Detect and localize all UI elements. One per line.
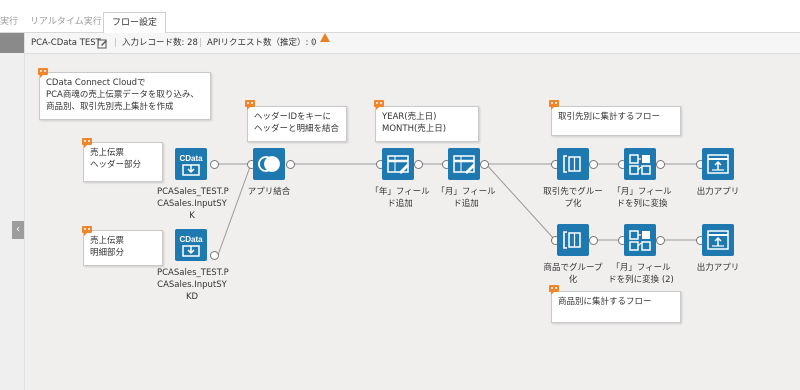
node-join[interactable] (253, 148, 285, 180)
group-icon (563, 155, 581, 173)
node-label: 「月」フィール ド追加 (436, 187, 496, 209)
node-pivot-customer[interactable] (624, 148, 656, 180)
node-output-app-product[interactable] (702, 224, 734, 256)
node-label: 出力アプリ (696, 187, 740, 197)
left-panel (0, 33, 25, 390)
node-label: 商品でグループ 化 (543, 263, 603, 285)
node-pivot-product[interactable] (624, 224, 656, 256)
flow-canvas: CData Connect Cloudで PCA商魂の売上伝票データを取り込み、… (25, 54, 800, 390)
note-by-customer[interactable]: 取引先別に集計するフロー (551, 106, 681, 136)
left-panel-header (0, 33, 24, 53)
node-source-header[interactable]: CData (175, 148, 207, 180)
comment-icon (374, 100, 384, 110)
node-output-port[interactable] (656, 236, 665, 245)
comment-icon (38, 68, 48, 78)
comment-icon (82, 226, 92, 236)
node-group-customer[interactable] (557, 148, 589, 180)
note-date-fields[interactable]: YEAR(売上日) MONTH(売上日) (375, 106, 479, 142)
join-icon (258, 156, 280, 172)
warning-icon[interactable] (320, 33, 330, 42)
chevron-left-icon: ‹ (16, 224, 20, 235)
api-request-count: APIリクエスト数（推定）: 0 (207, 38, 317, 48)
note-by-product[interactable]: 商品別に集計するフロー (551, 291, 681, 323)
field-add-icon (453, 155, 475, 174)
collapse-panel-button[interactable]: ‹ (12, 221, 24, 239)
project-name: PCA-CData TEST (31, 38, 101, 48)
node-label: PCASales_TEST.P CASales.InputSY K (157, 187, 229, 221)
node-output-port[interactable] (210, 251, 219, 260)
pivot-icon (629, 230, 651, 251)
node-output-port[interactable] (286, 160, 295, 169)
node-output-port[interactable] (656, 160, 665, 169)
node-label: アプリ結合 (247, 187, 291, 197)
separator: | (199, 38, 202, 48)
note-intro[interactable]: CData Connect Cloudで PCA商魂の売上伝票データを取り込み、… (39, 72, 211, 120)
node-label: PCASales_TEST.P CASales.InputSY KD (157, 268, 229, 302)
tab-bar: 実行 リアルタイム実行 フロー設定 (0, 12, 800, 34)
node-group-product[interactable] (557, 224, 589, 256)
node-year-field[interactable] (382, 148, 414, 180)
note-detail-source[interactable]: 売上伝票 明細部分 (83, 230, 163, 266)
info-bar: PCA-CData TEST | 入力レコード数: 28 | APIリクエスト数… (25, 33, 800, 54)
node-label: 「月」フィール ドを列に変換 (2) (608, 263, 674, 285)
tab-flow-settings[interactable]: フロー設定 (103, 12, 167, 34)
comment-icon (549, 285, 559, 295)
svg-text:CData: CData (179, 154, 203, 163)
node-source-detail[interactable]: CData (175, 229, 207, 261)
node-label: 出力アプリ (696, 263, 740, 273)
field-add-icon (387, 155, 409, 174)
separator: | (312, 38, 315, 48)
edit-icon[interactable] (97, 37, 108, 49)
output-icon (707, 230, 729, 250)
node-output-port[interactable] (589, 236, 598, 245)
node-label: 「年」フィール ド追加 (370, 187, 430, 209)
node-month-field[interactable] (448, 148, 480, 180)
comment-icon (245, 100, 255, 110)
tab-realtime-run[interactable]: リアルタイム実行 (30, 12, 102, 32)
comment-icon (82, 138, 92, 148)
node-output-port[interactable] (210, 160, 219, 169)
cdata-icon: CData (179, 235, 203, 257)
output-icon (707, 154, 729, 174)
pivot-icon (629, 154, 651, 175)
note-join[interactable]: ヘッダーIDをキーに ヘッダーと明細を結合 (247, 106, 347, 142)
cdata-icon: CData (179, 154, 203, 176)
node-output-app-customer[interactable] (702, 148, 734, 180)
node-label: 取引先でグルー プ化 (543, 187, 603, 209)
comment-icon (549, 100, 559, 110)
input-record-count: 入力レコード数: 28 (122, 38, 198, 48)
svg-text:CData: CData (179, 235, 203, 244)
tab-run[interactable]: 実行 (0, 12, 18, 32)
node-output-port[interactable] (480, 160, 489, 169)
node-output-port[interactable] (589, 160, 598, 169)
group-icon (563, 231, 581, 249)
node-output-port[interactable] (414, 160, 423, 169)
separator: | (114, 38, 117, 48)
note-header-source[interactable]: 売上伝票 ヘッダー部分 (83, 142, 163, 182)
node-label: 「月」フィール ドを列に変換 (612, 187, 672, 209)
top-strip (0, 0, 800, 12)
